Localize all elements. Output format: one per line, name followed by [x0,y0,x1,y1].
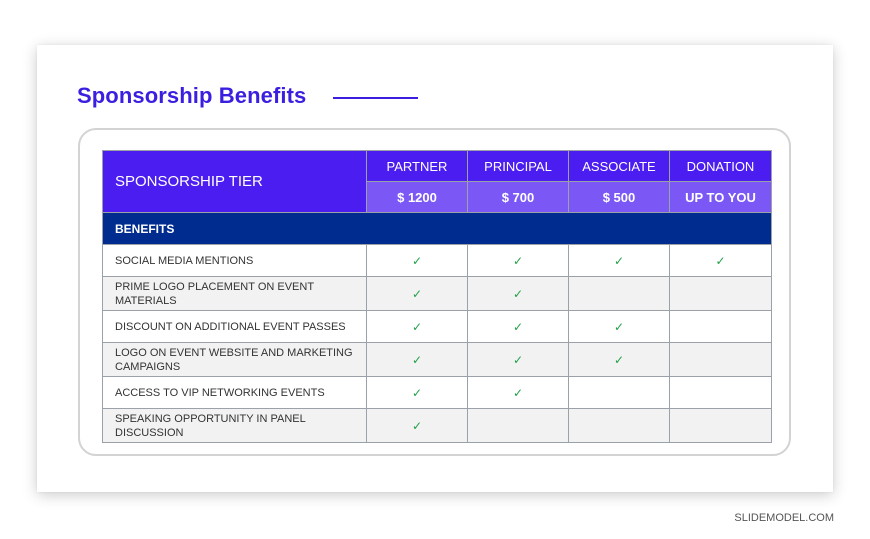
title-underline [333,97,418,99]
benefit-row: SOCIAL MEDIA MENTIONS ✓ ✓ ✓ ✓ [102,244,772,277]
benefit-label: SOCIAL MEDIA MENTIONS [102,244,367,277]
check-icon: ✓ [467,310,569,343]
benefit-label: LOGO ON EVENT WEBSITE AND MARKETING CAMP… [102,342,367,377]
slide: Sponsorship Benefits SPONSORSHIP TIER PA… [37,45,833,492]
benefit-label: DISCOUNT ON ADDITIONAL EVENT PASSES [102,310,367,343]
check-icon: ✓ [366,342,468,377]
check-icon: ✓ [366,276,468,311]
benefit-row: LOGO ON EVENT WEBSITE AND MARKETING CAMP… [102,342,772,377]
check-icon: ✓ [467,376,569,409]
empty-cell [669,310,772,343]
benefits-header-row: BENEFITS [102,212,772,245]
benefit-label: SPEAKING OPPORTUNITY IN PANEL DISCUSSION [102,408,367,443]
footer-brand: SLIDEMODEL.COM [734,512,834,524]
check-icon: ✓ [467,244,569,277]
slide-title: Sponsorship Benefits [77,83,307,108]
empty-cell [669,276,772,311]
tier-price: $ 500 [568,181,670,213]
empty-cell [669,408,772,443]
check-icon: ✓ [568,244,670,277]
check-icon: ✓ [366,244,468,277]
tier-name: DONATION [669,150,772,182]
tier-price: $ 700 [467,181,569,213]
empty-cell [568,376,670,409]
tier-name-row: SPONSORSHIP TIER PARTNER PRINCIPAL ASSOC… [102,150,772,213]
benefit-label: ACCESS TO VIP NETWORKING EVENTS [102,376,367,409]
tier-name: PRINCIPAL [467,150,569,182]
empty-cell [669,342,772,377]
check-icon: ✓ [467,276,569,311]
check-icon: ✓ [467,342,569,377]
sponsorship-table: SPONSORSHIP TIER PARTNER PRINCIPAL ASSOC… [102,150,772,443]
empty-cell [568,276,670,311]
tier-header: SPONSORSHIP TIER [102,150,367,213]
empty-cell [568,408,670,443]
check-icon: ✓ [366,310,468,343]
check-icon: ✓ [366,376,468,409]
check-icon: ✓ [568,342,670,377]
empty-cell [669,376,772,409]
benefit-row: PRIME LOGO PLACEMENT ON EVENT MATERIALS ✓… [102,276,772,311]
benefit-label: PRIME LOGO PLACEMENT ON EVENT MATERIALS [102,276,367,311]
tier-price: $ 1200 [366,181,468,213]
tier-name: PARTNER [366,150,468,182]
benefit-row: ACCESS TO VIP NETWORKING EVENTS ✓ ✓ [102,376,772,409]
benefit-row: SPEAKING OPPORTUNITY IN PANEL DISCUSSION… [102,408,772,443]
tier-price: UP TO YOU [669,181,772,213]
benefits-header: BENEFITS [102,212,772,245]
tier-name: ASSOCIATE [568,150,670,182]
check-icon: ✓ [366,408,468,443]
check-icon: ✓ [568,310,670,343]
empty-cell [467,408,569,443]
check-icon: ✓ [669,244,772,277]
benefit-row: DISCOUNT ON ADDITIONAL EVENT PASSES ✓ ✓ ✓ [102,310,772,343]
